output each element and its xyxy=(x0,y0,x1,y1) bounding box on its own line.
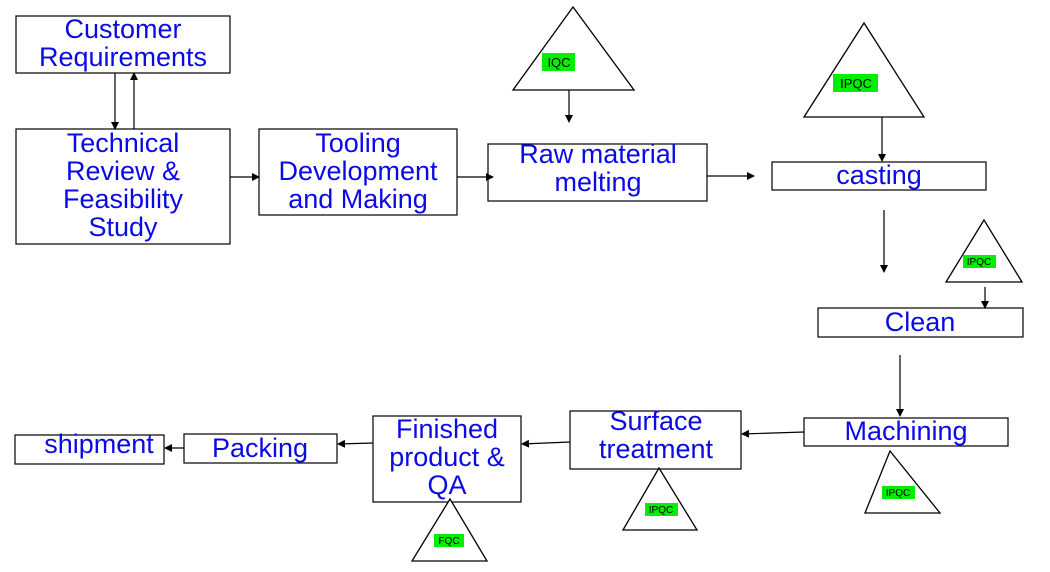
svg-text:Customer: Customer xyxy=(64,14,181,44)
svg-text:Surface: Surface xyxy=(609,406,702,436)
node-casting: casting xyxy=(771,160,987,191)
arrow-finished-to-packing xyxy=(337,439,374,448)
arrows xyxy=(111,72,989,452)
svg-text:Development: Development xyxy=(278,156,438,186)
node-packing: Packing xyxy=(183,433,338,464)
svg-text:QA: QA xyxy=(427,470,466,500)
svg-text:Raw material: Raw material xyxy=(519,139,677,169)
checkpoint-ipqc-clean: IPQC xyxy=(944,218,1024,283)
checkpoint-ipqc-casting: IPQC xyxy=(802,21,926,118)
svg-text:and Making: and Making xyxy=(288,184,428,214)
svg-text:Feasibility: Feasibility xyxy=(63,184,184,214)
svg-text:Clean: Clean xyxy=(885,307,956,337)
svg-text:treatment: treatment xyxy=(599,434,714,464)
svg-text:Machining: Machining xyxy=(844,416,967,446)
arrow-machining-to-surface xyxy=(741,429,805,438)
svg-text:Tooling: Tooling xyxy=(315,128,401,158)
node-raw-material-melting: Raw material melting xyxy=(487,139,708,202)
svg-text:IPQC: IPQC xyxy=(840,76,872,91)
svg-text:FQC: FQC xyxy=(438,536,459,547)
node-shipment: shipment xyxy=(14,429,165,465)
checkpoint-ipqc-surface: IPQC xyxy=(621,466,699,531)
svg-text:shipment: shipment xyxy=(44,429,154,459)
svg-text:Review &: Review & xyxy=(66,156,180,186)
svg-text:IPQC: IPQC xyxy=(886,488,910,499)
checkpoint-iqc: IQC xyxy=(511,5,636,91)
node-tooling: Tooling Development and Making xyxy=(258,128,458,216)
node-clean: Clean xyxy=(817,307,1024,338)
svg-text:product &: product & xyxy=(389,442,505,472)
svg-text:Packing: Packing xyxy=(212,433,308,463)
node-customer-requirements: Customer Requirements xyxy=(15,14,231,74)
checkpoint-ipqc-machining: IPQC xyxy=(864,449,942,514)
svg-text:Requirements: Requirements xyxy=(39,42,207,72)
svg-text:melting: melting xyxy=(554,167,641,197)
node-machining: Machining xyxy=(803,416,1009,447)
svg-text:Study: Study xyxy=(88,212,158,242)
svg-text:IQC: IQC xyxy=(547,55,570,70)
node-surface-treatment: Surface treatment xyxy=(569,406,742,470)
arrow-surface-to-finished xyxy=(521,439,571,448)
checkpoint-fqc: FQC xyxy=(410,497,489,562)
svg-text:Technical: Technical xyxy=(67,128,180,158)
process-flow-diagram: Customer Requirements Technical Review &… xyxy=(14,5,1024,562)
node-technical-review: Technical Review & Feasibility Study xyxy=(15,128,231,245)
node-finished-product-qa: Finished product & QA xyxy=(372,414,522,503)
svg-text:IPQC: IPQC xyxy=(649,505,673,516)
svg-text:IPQC: IPQC xyxy=(967,257,991,268)
svg-text:Finished: Finished xyxy=(396,414,498,444)
svg-text:casting: casting xyxy=(836,160,922,190)
